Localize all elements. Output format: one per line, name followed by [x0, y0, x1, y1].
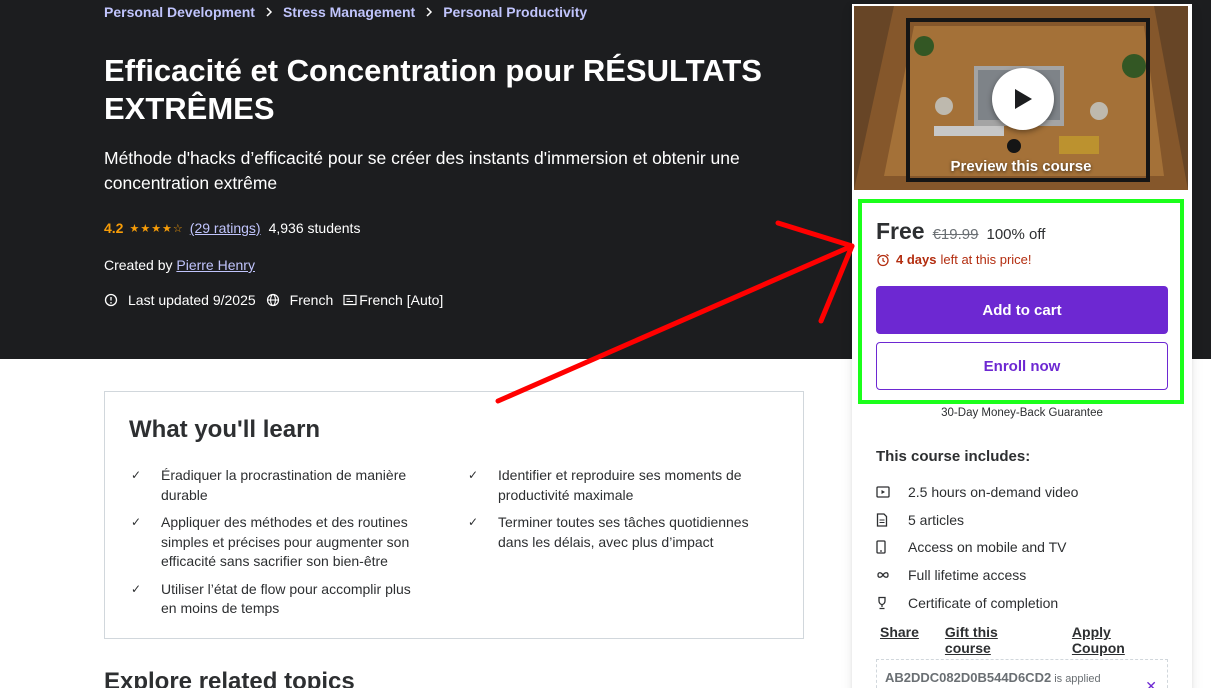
includes-list: 2.5 hours on-demand video 5 articles Acc…: [876, 478, 1176, 617]
learn-item-text: Terminer toutes ses tâches quotidiennes …: [498, 514, 749, 550]
includes-title: This course includes:: [876, 448, 1031, 465]
trophy-icon: [876, 596, 908, 610]
current-price: Free: [876, 218, 925, 244]
captions: French [Auto]: [343, 292, 443, 308]
include-mobile-label: Access on mobile and TV: [908, 539, 1067, 556]
globe-icon: [266, 293, 279, 307]
price-countdown: 4 days left at this price!: [876, 252, 1032, 267]
share-link[interactable]: Share: [880, 624, 919, 656]
course-subtitle: Méthode d'hacks d’efficacité pour se cré…: [104, 148, 740, 193]
check-icon: ✓: [468, 468, 479, 482]
course-title: Efficacité et Concentration pour RÉSULTA…: [104, 53, 762, 126]
action-links: Share Gift this course Apply Coupon: [880, 624, 1192, 656]
created-by: Created by Pierre Henry: [104, 257, 255, 273]
countdown-days: 4 days: [896, 252, 937, 267]
learn-column-left: ✓ Éradiquer la procrastination de manière…: [129, 466, 429, 627]
list-item: ✓ Éradiquer la procrastination de manière…: [129, 466, 429, 505]
countdown-text: left at this price!: [940, 252, 1032, 267]
include-lifetime-label: Full lifetime access: [908, 567, 1027, 584]
list-item: ✓ Identifier et reproduire ses moments de…: [466, 466, 766, 505]
students-count: 4,936 students: [268, 220, 361, 236]
preview-label: Preview this course: [950, 158, 1092, 175]
check-icon: ✓: [131, 581, 142, 596]
coupon-code: AB2DDC082D0B544D6CD2 is applied: [885, 670, 1101, 685]
mobile-icon: [876, 540, 908, 555]
instructor-link[interactable]: Pierre Henry: [176, 257, 255, 273]
last-updated-text: Last updated 9/2025: [128, 292, 256, 308]
include-articles-label: 5 articles: [908, 511, 965, 528]
add-to-cart-button[interactable]: Add to cart: [876, 286, 1168, 334]
last-updated: Last updated 9/2025: [104, 292, 256, 308]
list-item: ✓ Appliquer des méthodes et des routines …: [129, 513, 429, 572]
alarm-clock-icon: [877, 253, 889, 266]
rating-value: 4.2: [104, 220, 124, 236]
breadcrumb: Personal Development Stress Management P…: [104, 4, 587, 20]
list-item: ✓ Utiliser l’état de flow pour accomplir …: [129, 580, 429, 619]
course-meta: Last updated 9/2025 French French [Auto]: [104, 292, 453, 308]
video-icon: [876, 486, 908, 498]
breadcrumb-personal-productivity[interactable]: Personal Productivity: [443, 4, 587, 20]
learn-title: What you'll learn: [129, 416, 321, 443]
remove-coupon-close-icon[interactable]: ✕: [1145, 678, 1157, 688]
learn-item-text: Éradiquer la procrastination de manière …: [161, 467, 407, 503]
check-icon: ✓: [468, 515, 479, 529]
rating-row: 4.2 ★★★★☆ (29 ratings) 4,936 students: [104, 220, 360, 236]
captions-icon: [343, 294, 357, 306]
apply-coupon-link[interactable]: Apply Coupon: [1072, 624, 1166, 656]
list-item: Full lifetime access: [876, 561, 1176, 589]
coupon-status: is applied: [1054, 673, 1101, 685]
list-item: 2.5 hours on-demand video: [876, 478, 1176, 506]
price-row: Free €19.99 100% off: [876, 218, 1045, 245]
check-icon: ✓: [131, 468, 142, 482]
learn-item-text: Utiliser l’état de flow pour accomplir p…: [161, 580, 411, 617]
discount-percent: 100% off: [986, 226, 1046, 243]
play-icon: [1015, 89, 1032, 109]
learn-column-right: ✓ Identifier et reproduire ses moments de…: [466, 466, 766, 560]
purchase-sidebar: Preview this course Free €19.99 100% off…: [852, 4, 1192, 688]
enroll-now-button[interactable]: Enroll now: [876, 342, 1168, 390]
list-item: ✓ Terminer toutes ses tâches quotidiennes…: [466, 513, 766, 552]
include-certificate-label: Certificate of completion: [908, 595, 1059, 612]
chevron-right-icon: [425, 7, 433, 17]
explore-related-topics-title: Explore related topics: [104, 668, 355, 688]
original-price: €19.99: [932, 226, 979, 243]
learn-item-text: Identifier et reproduire ses moments de …: [498, 467, 742, 503]
gift-course-link[interactable]: Gift this course: [945, 624, 1046, 656]
language: French: [266, 292, 334, 308]
list-item: Access on mobile and TV: [876, 534, 1176, 562]
star-rating-icon: ★★★★☆: [129, 222, 184, 235]
breadcrumb-stress-management[interactable]: Stress Management: [283, 4, 415, 20]
language-text: French: [289, 292, 334, 308]
applied-coupon: AB2DDC082D0B544D6CD2 is applied ✕: [876, 659, 1168, 688]
breadcrumb-personal-development[interactable]: Personal Development: [104, 4, 255, 20]
chevron-right-icon: [265, 7, 273, 17]
infinity-icon: [876, 571, 908, 579]
coupon-code-text: AB2DDC082D0B544D6CD2: [885, 670, 1052, 685]
what-youll-learn: What you'll learn ✓ Éradiquer la procrast…: [104, 391, 804, 639]
include-video-label: 2.5 hours on-demand video: [908, 483, 1079, 500]
article-icon: [876, 513, 908, 527]
learn-item-text: Appliquer des méthodes et des routines s…: [161, 514, 410, 569]
alert-badge-icon: [104, 293, 118, 307]
course-preview[interactable]: Preview this course: [854, 6, 1188, 190]
play-button[interactable]: [992, 68, 1054, 130]
check-icon: ✓: [131, 515, 142, 529]
ratings-count-link[interactable]: (29 ratings): [190, 220, 261, 236]
money-back-guarantee: 30-Day Money-Back Guarantee: [941, 407, 1103, 419]
captions-text: French [Auto]: [359, 292, 444, 308]
list-item: Certificate of completion: [876, 589, 1176, 617]
list-item: 5 articles: [876, 506, 1176, 534]
created-by-label: Created by: [104, 257, 173, 273]
